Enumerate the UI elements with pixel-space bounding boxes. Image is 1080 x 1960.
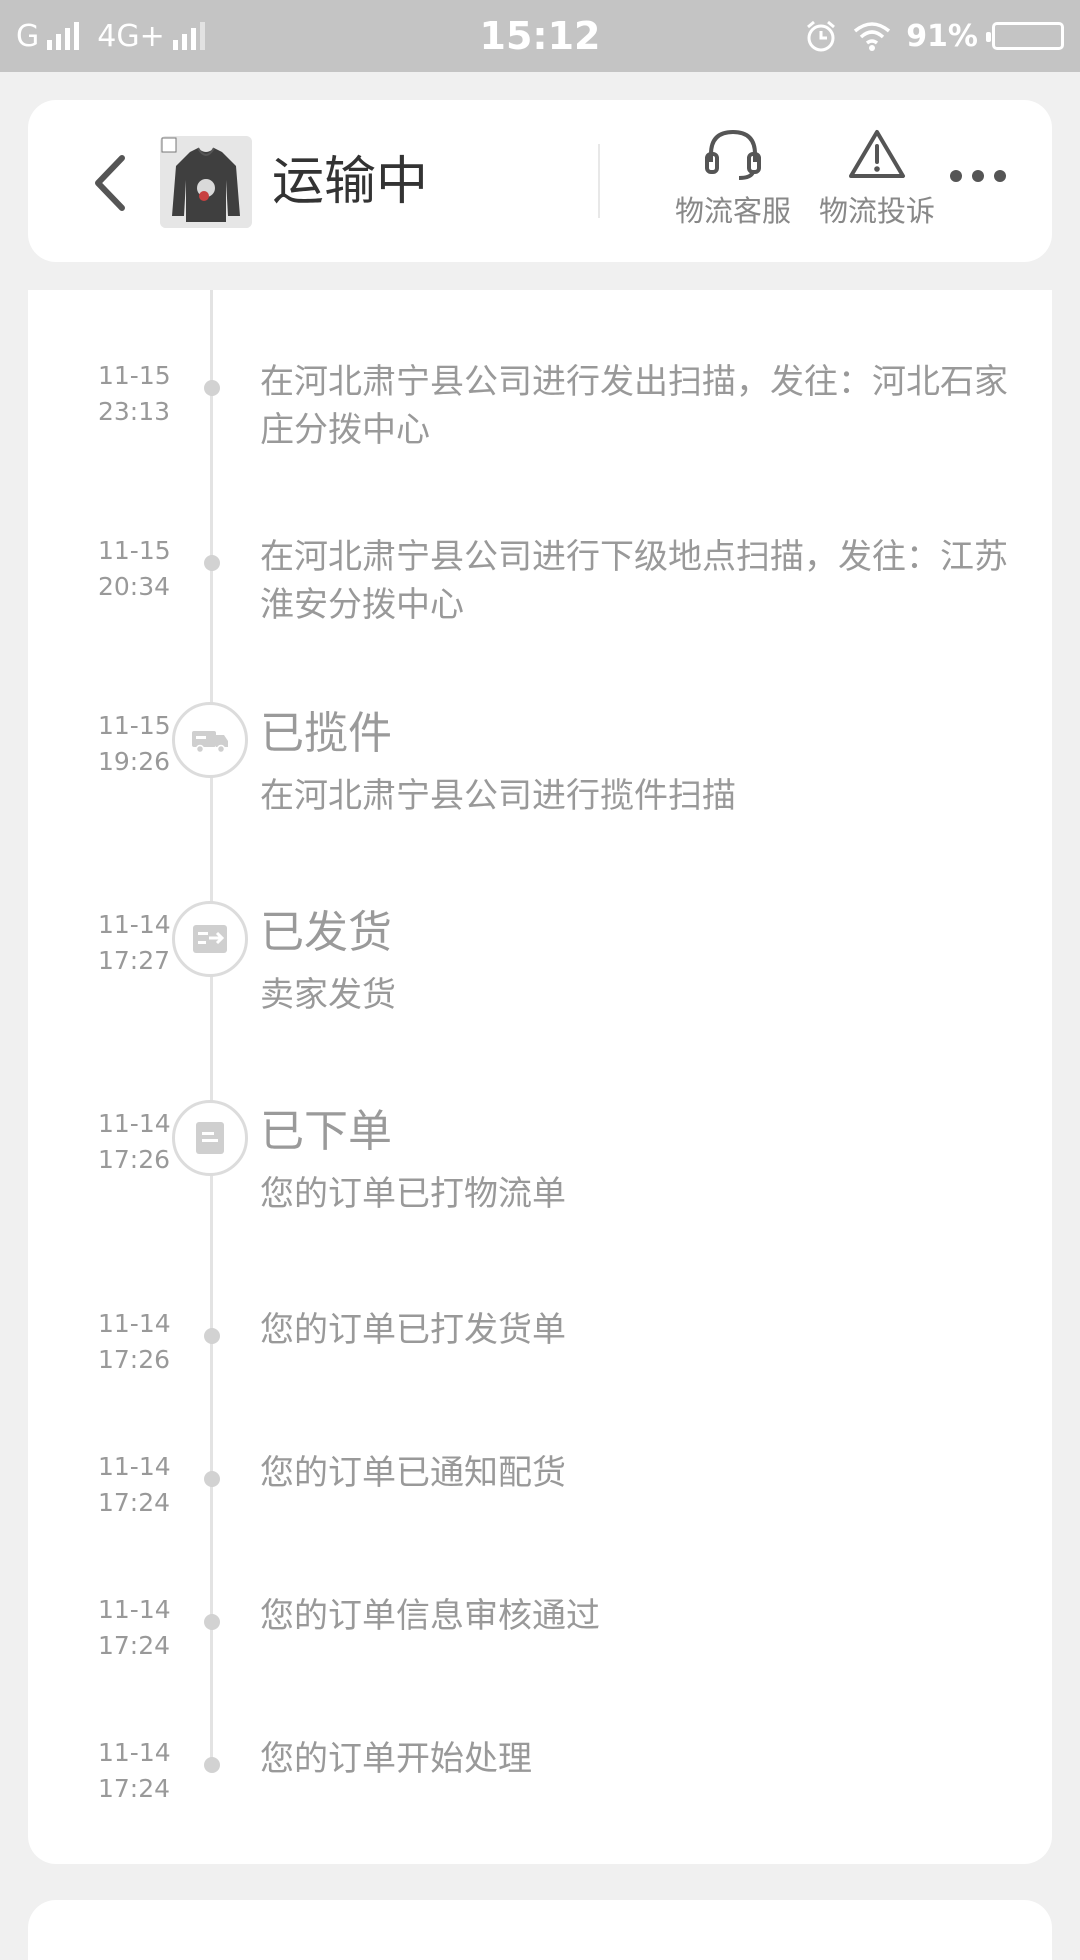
entry-datetime: 11-14 17:24 xyxy=(98,1449,208,1521)
timeline-dot xyxy=(204,1614,220,1630)
entry-description: 您的订单已打物流单 xyxy=(260,1174,566,1214)
status-right: 91% xyxy=(804,0,1064,72)
status-bar: G 4G+ 15:12 91% xyxy=(0,0,1080,72)
entry-description: 在河北肃宁县公司进行揽件扫描 xyxy=(260,776,736,816)
logistics-service-button[interactable]: 物流客服 xyxy=(668,126,798,230)
entry-date: 11-14 xyxy=(98,1595,171,1624)
logistics-service-label: 物流客服 xyxy=(674,194,791,228)
alarm-icon xyxy=(807,20,836,52)
timeline-dot xyxy=(204,1757,220,1773)
entry-status: 已揽件 xyxy=(260,708,392,759)
back-arrow-icon[interactable] xyxy=(82,148,142,218)
logistics-complaint-label: 物流投诉 xyxy=(818,194,935,228)
entry-time: 17:24 xyxy=(98,1774,171,1803)
entry-description: 您的订单信息审核通过 xyxy=(260,1596,600,1636)
more-menu-icon[interactable] xyxy=(950,170,1006,182)
entry-datetime: 11-14 17:24 xyxy=(98,1592,208,1664)
entry-description: 在河北肃宁县公司进行下级地点扫描，发往：江苏淮安分拨中心 xyxy=(260,537,1008,625)
entry-datetime: 11-15 20:34 xyxy=(98,533,208,605)
page-title: 运输中 xyxy=(272,152,429,212)
entry-time: 17:24 xyxy=(98,1631,171,1660)
entry-time: 20:34 xyxy=(98,572,171,601)
logistics-timeline-card: 11-15 23:13 在河北肃宁县公司进行发出扫描，发往：河北石家庄分拨中心 1… xyxy=(28,290,1052,1864)
entry-date: 11-15 xyxy=(98,361,171,390)
headset-icon xyxy=(705,129,761,180)
wifi-icon xyxy=(854,22,891,51)
header-divider xyxy=(598,144,600,218)
entry-description: 您的订单已打发货单 xyxy=(260,1310,566,1350)
timeline-dot xyxy=(204,1328,220,1344)
entry-datetime: 11-14 17:24 xyxy=(98,1735,208,1807)
hoodie-image xyxy=(160,136,252,228)
entry-description: 在河北肃宁县公司进行发出扫描，发往：河北石家庄分拨中心 xyxy=(260,362,1008,450)
entry-status: 已发货 xyxy=(260,907,392,958)
truck-icon xyxy=(172,702,248,778)
entry-date: 11-14 xyxy=(98,1738,171,1767)
timeline-dot xyxy=(204,380,220,396)
entry-date: 11-15 xyxy=(98,536,171,565)
timeline-dot xyxy=(204,1471,220,1487)
entry-date: 11-14 xyxy=(98,1452,171,1481)
battery-percent: 91% xyxy=(906,18,978,54)
entry-date: 11-14 xyxy=(98,1309,171,1338)
document-icon xyxy=(172,1100,248,1176)
timeline-dot xyxy=(204,555,220,571)
logistics-complaint-button[interactable]: 物流投诉 xyxy=(812,126,942,230)
battery-icon xyxy=(986,22,1064,50)
timeline-line xyxy=(210,290,213,1770)
next-card-peek xyxy=(28,1900,1052,1960)
entry-time: 23:13 xyxy=(98,397,171,426)
warning-icon xyxy=(849,130,905,178)
entry-time: 17:24 xyxy=(98,1488,171,1517)
entry-status: 已下单 xyxy=(260,1106,392,1157)
product-thumbnail[interactable] xyxy=(160,136,252,228)
entry-datetime: 11-15 23:13 xyxy=(98,358,208,430)
entry-description: 您的订单已通知配货 xyxy=(260,1453,566,1493)
entry-datetime: 11-14 17:26 xyxy=(98,1306,208,1378)
header-card: 运输中 物流客服 物流投诉 xyxy=(28,100,1052,262)
entry-description: 您的订单开始处理 xyxy=(260,1739,532,1779)
entry-description: 卖家发货 xyxy=(260,975,396,1015)
ship-icon xyxy=(172,901,248,977)
entry-time: 17:26 xyxy=(98,1345,171,1374)
